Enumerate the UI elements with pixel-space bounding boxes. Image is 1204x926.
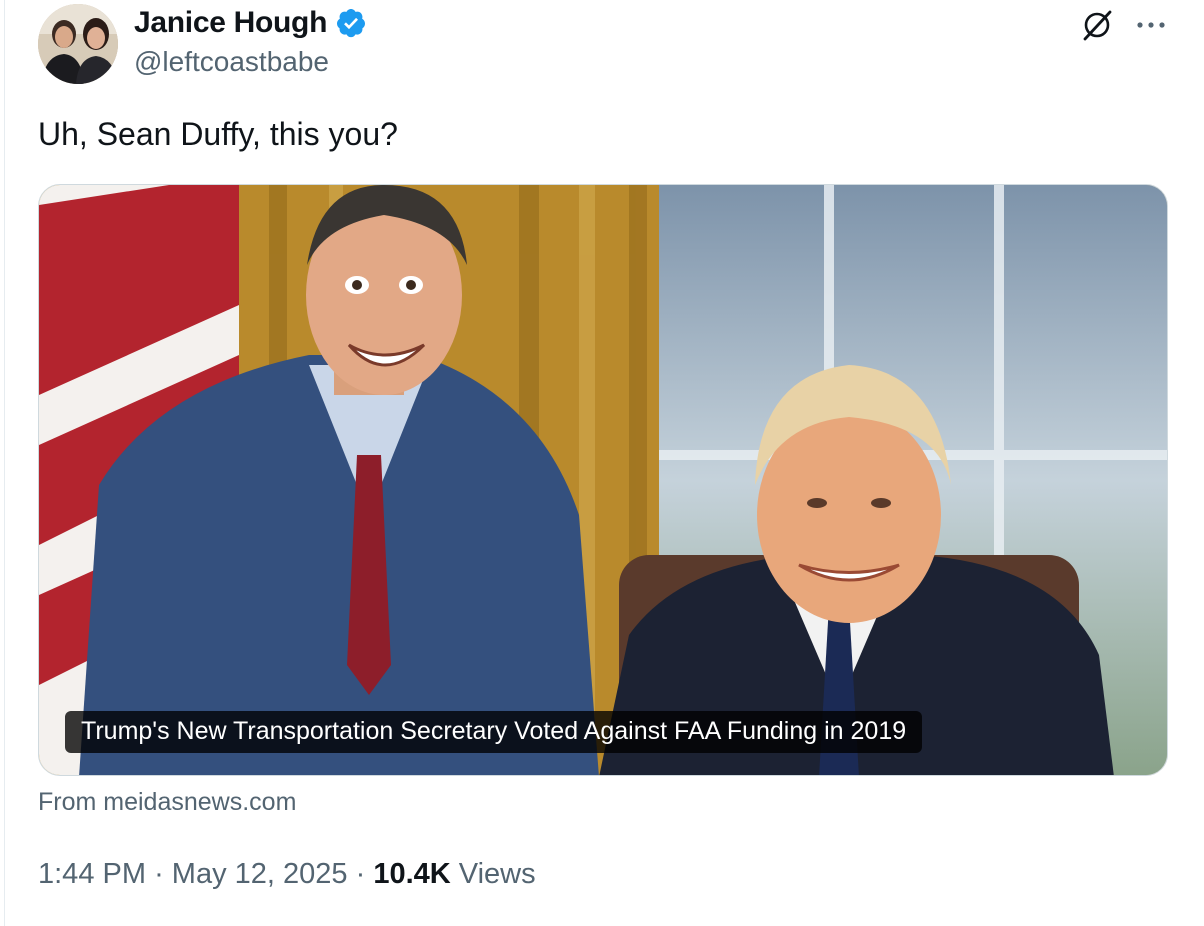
tweet-time[interactable]: 1:44 PM: [38, 858, 146, 890]
verified-badge-icon: [337, 9, 366, 38]
views-label: Views: [458, 858, 536, 890]
views-count[interactable]: 10.4K: [373, 858, 450, 890]
avatar[interactable]: [38, 4, 118, 84]
author-name-row[interactable]: Janice Hough: [134, 6, 367, 40]
more-options-icon[interactable]: [1134, 10, 1168, 40]
tweet-meta: 1:44 PM · May 12, 2025 · 10.4K Views: [38, 858, 536, 891]
author-display-name[interactable]: Janice Hough: [134, 6, 327, 40]
grok-icon[interactable]: [1080, 8, 1114, 42]
link-card-image: [39, 185, 1167, 775]
tweet-date[interactable]: May 12, 2025: [172, 858, 348, 890]
link-card[interactable]: Trump's New Transportation Secretary Vot…: [38, 184, 1168, 776]
link-card-title: Trump's New Transportation Secretary Vot…: [65, 711, 923, 753]
timeline-divider: [4, 0, 5, 926]
meta-separator: ·: [154, 858, 164, 890]
author-handle[interactable]: @leftcoastbabe: [134, 46, 329, 78]
tweet-text: Uh, Sean Duffy, this you?: [38, 116, 398, 152]
link-card-source[interactable]: From meidasnews.com: [38, 788, 296, 817]
meta-separator: ·: [355, 858, 366, 890]
avatar-photo: [38, 4, 118, 84]
